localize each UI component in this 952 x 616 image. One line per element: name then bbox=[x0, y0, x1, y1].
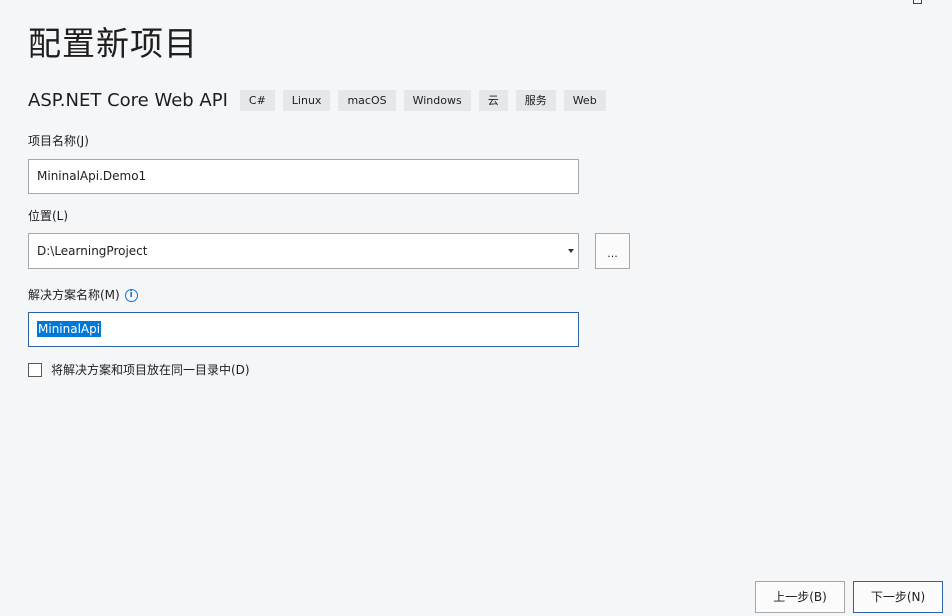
dropdown-arrow-icon[interactable] bbox=[568, 249, 574, 253]
template-name: ASP.NET Core Web API bbox=[28, 89, 228, 111]
browse-location-button[interactable]: ... bbox=[595, 233, 630, 269]
info-circle-icon[interactable]: i bbox=[124, 288, 138, 302]
solution-name-input[interactable]: MininalApi bbox=[28, 312, 579, 347]
project-name-input[interactable]: MininalApi.Demo1 bbox=[28, 159, 579, 194]
location-value: D:\LearningProject bbox=[37, 244, 148, 258]
solution-name-label-row: 解决方案名称(M) i bbox=[28, 287, 138, 303]
tag-macos: macOS bbox=[338, 89, 396, 111]
template-header: ASP.NET Core Web API C# Linux macOS Wind… bbox=[28, 88, 614, 112]
solution-name-label: 解决方案名称(M) bbox=[28, 288, 120, 302]
location-label: 位置(L) bbox=[28, 209, 69, 223]
template-tags: C# Linux macOS Windows 云 服务 Web bbox=[239, 89, 614, 111]
tag-web: Web bbox=[563, 89, 606, 111]
back-button[interactable]: 上一步(B) bbox=[755, 581, 845, 613]
next-button[interactable]: 下一步(N) bbox=[853, 581, 943, 613]
tag-cloud: 云 bbox=[478, 89, 508, 111]
same-directory-checkbox[interactable] bbox=[28, 362, 42, 377]
tag-linux: Linux bbox=[282, 89, 331, 111]
tag-service: 服务 bbox=[515, 89, 556, 111]
tag-csharp: C# bbox=[239, 89, 275, 111]
location-combobox[interactable]: D:\LearningProject bbox=[28, 233, 579, 269]
tag-windows: Windows bbox=[403, 89, 471, 111]
same-directory-option[interactable]: 将解决方案和项目放在同一目录中(D) bbox=[28, 361, 250, 378]
project-name-label: 项目名称(J) bbox=[28, 134, 89, 148]
same-directory-label: 将解决方案和项目放在同一目录中(D) bbox=[51, 363, 250, 377]
page-title: 配置新项目 bbox=[28, 24, 198, 63]
solution-name-selected-text: MininalApi bbox=[37, 321, 102, 337]
window-restore-icon[interactable] bbox=[913, 0, 922, 4]
